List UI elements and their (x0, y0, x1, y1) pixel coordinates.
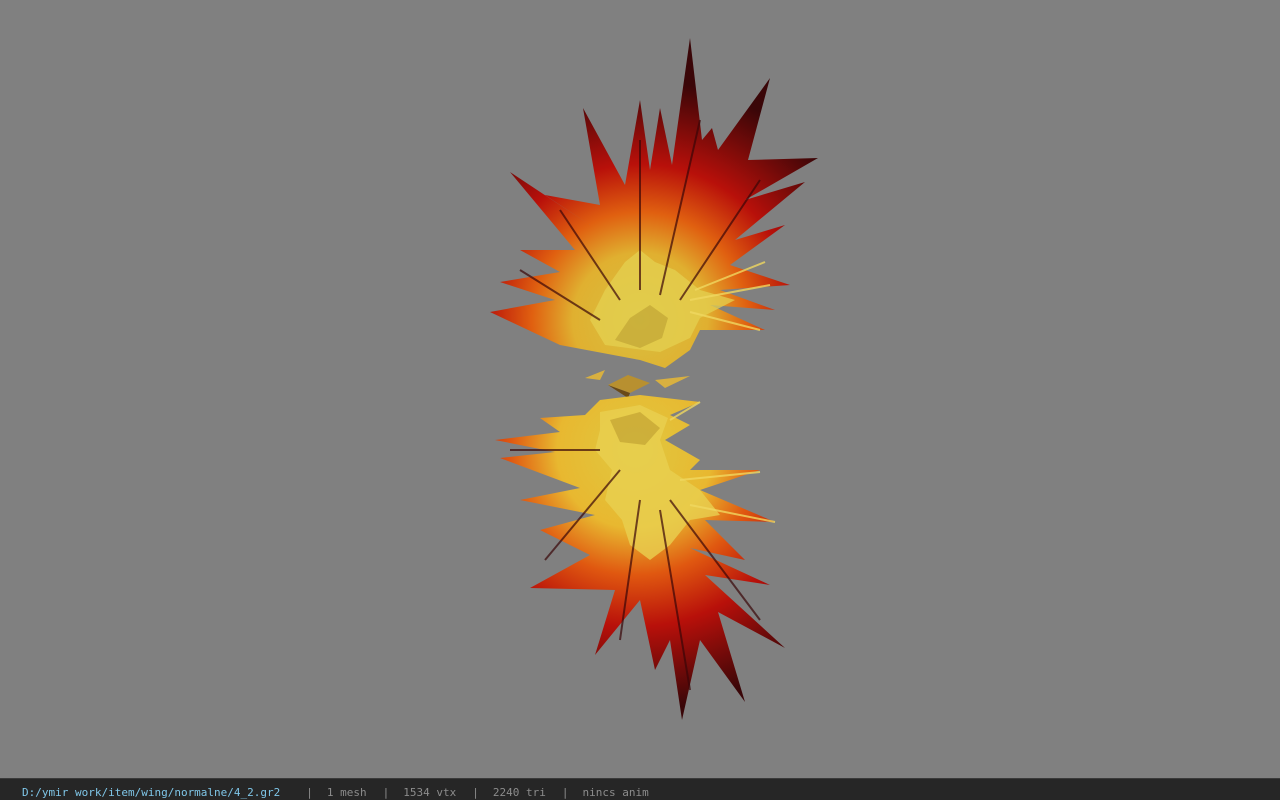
wing-model (490, 38, 818, 720)
triangle-count: 2240 tri (492, 786, 546, 799)
3d-viewport[interactable] (0, 0, 1280, 778)
status-bar: D:/ymir work/item/wing/normalne/4_2.gr2 … (0, 778, 1280, 800)
wing-bottom (495, 395, 785, 720)
vertex-count: 1534 vtx (403, 786, 457, 799)
file-path: D:/ymir work/item/wing/normalne/4_2.gr2 (22, 786, 281, 799)
separator: | (382, 786, 390, 799)
animation-status: nincs anim (582, 786, 649, 799)
separator: | (306, 786, 313, 799)
wing-top (490, 38, 818, 368)
separator: | (472, 786, 479, 799)
mesh-count: 1 mesh (326, 786, 367, 799)
separator: | (561, 786, 569, 799)
wing-joint (585, 370, 690, 398)
